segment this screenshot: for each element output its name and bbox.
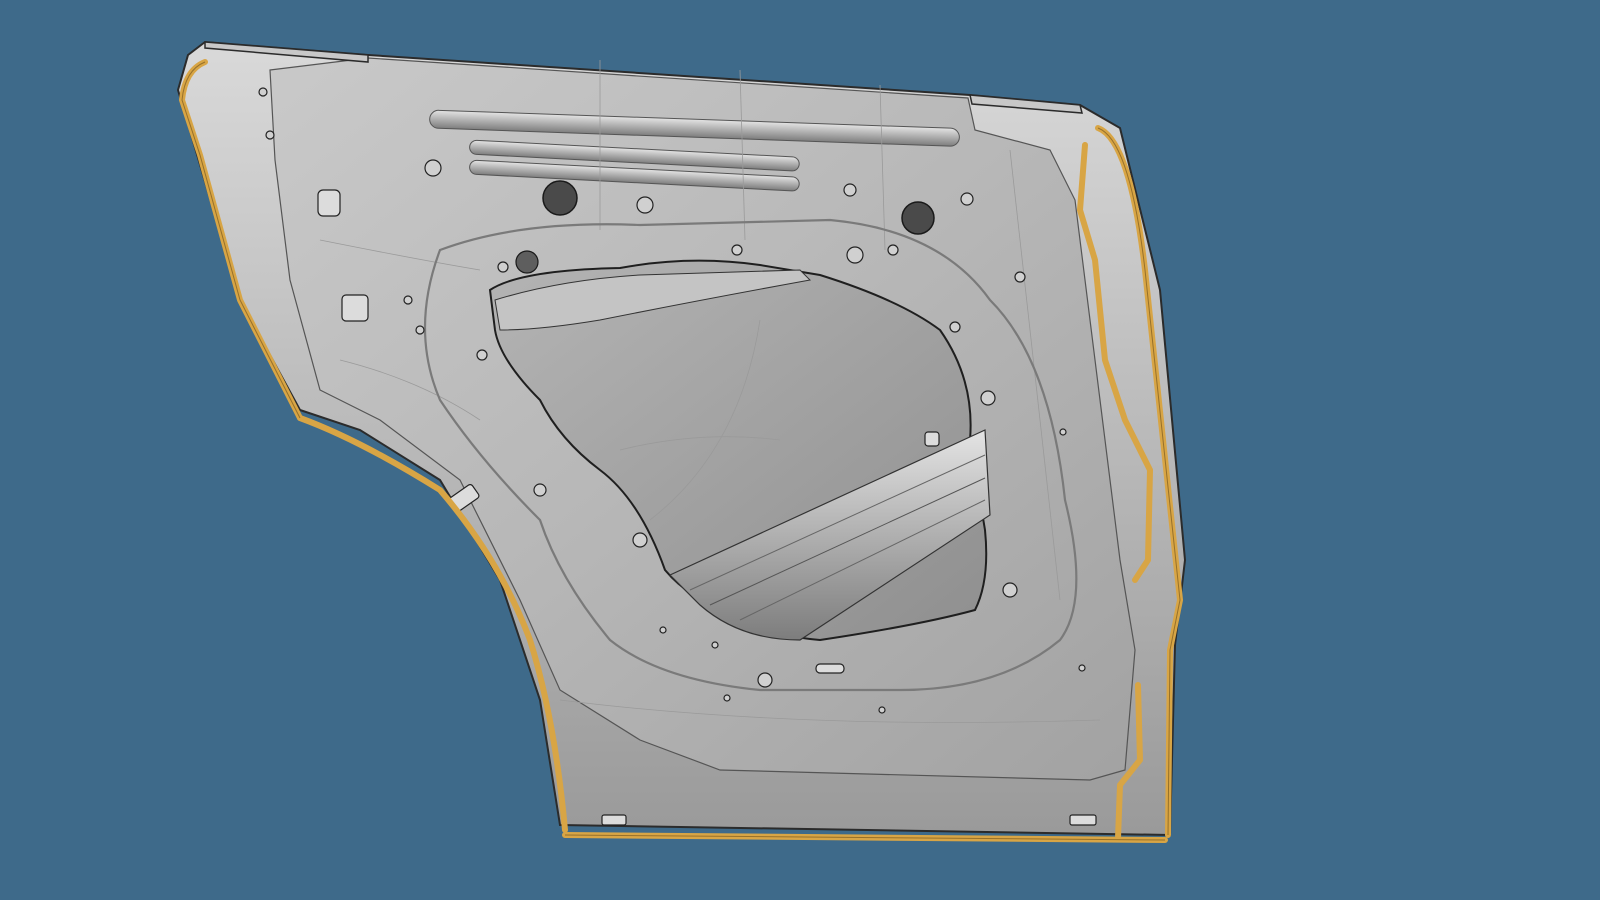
door-panel-render[interactable]: [0, 0, 1600, 900]
3d-viewport[interactable]: [0, 0, 1600, 900]
